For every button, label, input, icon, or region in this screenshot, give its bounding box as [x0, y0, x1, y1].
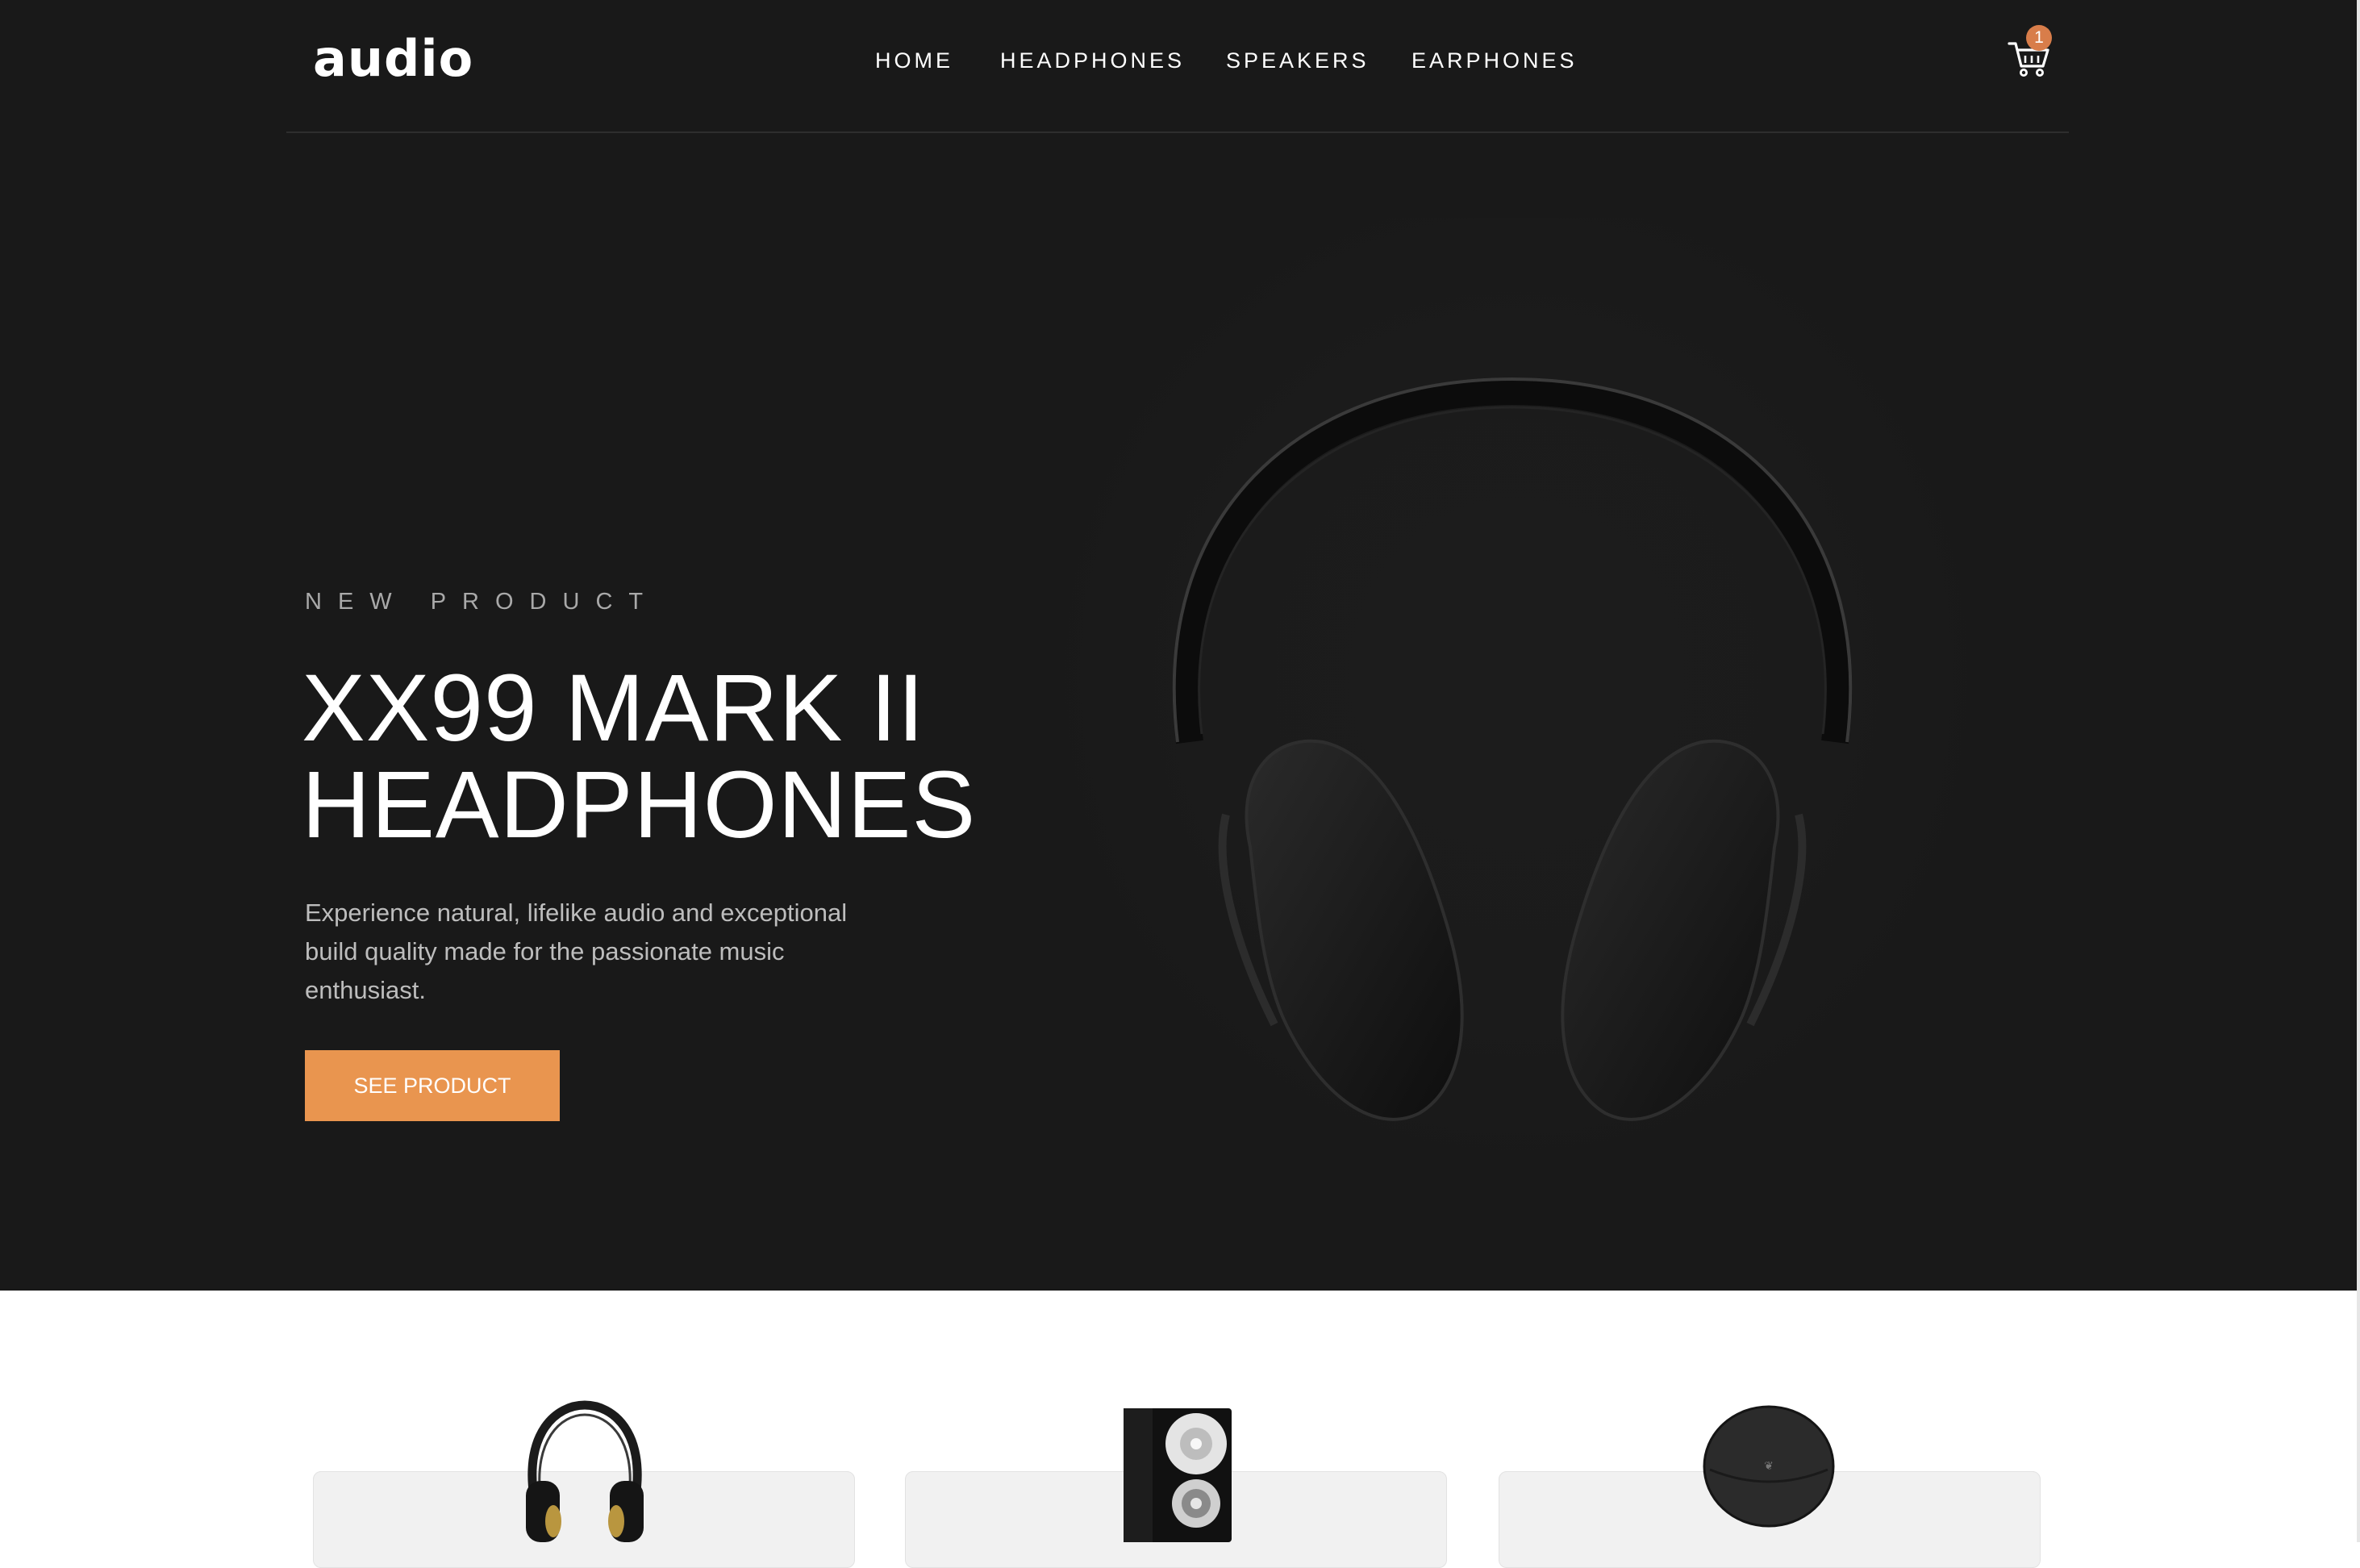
- main-nav: HOME HEADPHONES SPEAKERS EARPHONES: [286, 48, 2069, 81]
- svg-text:❦: ❦: [1764, 1460, 1774, 1473]
- nav-link-home[interactable]: HOME: [875, 48, 953, 73]
- nav-link-headphones[interactable]: HEADPHONES: [1000, 48, 1185, 73]
- hero-title: XX99 MARK II HEADPHONES: [302, 660, 1028, 853]
- headphones-thumbnail: [526, 1400, 644, 1542]
- nav-link-earphones[interactable]: EARPHONES: [1411, 48, 1578, 73]
- hero-title-line-1: XX99 MARK II: [302, 655, 925, 761]
- nav-link-speakers[interactable]: SPEAKERS: [1226, 48, 1370, 73]
- cart-count-badge: 1: [2026, 25, 2052, 51]
- page-scrollbar[interactable]: [2357, 0, 2360, 1542]
- site-header: audio HOME HEADPHONES SPEAKERS EARPHONES…: [286, 0, 2069, 133]
- see-product-button[interactable]: SEE PRODUCT: [305, 1050, 560, 1121]
- speaker-thumbnail: [1124, 1408, 1232, 1542]
- earphones-thumbnail: ❦: [1703, 1405, 1835, 1528]
- hero-description: Experience natural, lifelike audio and e…: [305, 899, 848, 1004]
- hero-title-line-2: HEADPHONES: [302, 752, 977, 858]
- headphones-image: [1065, 218, 1968, 1170]
- hero-overline: NEW PRODUCT: [305, 589, 660, 615]
- hero-section: audio HOME HEADPHONES SPEAKERS EARPHONES…: [0, 0, 2360, 1291]
